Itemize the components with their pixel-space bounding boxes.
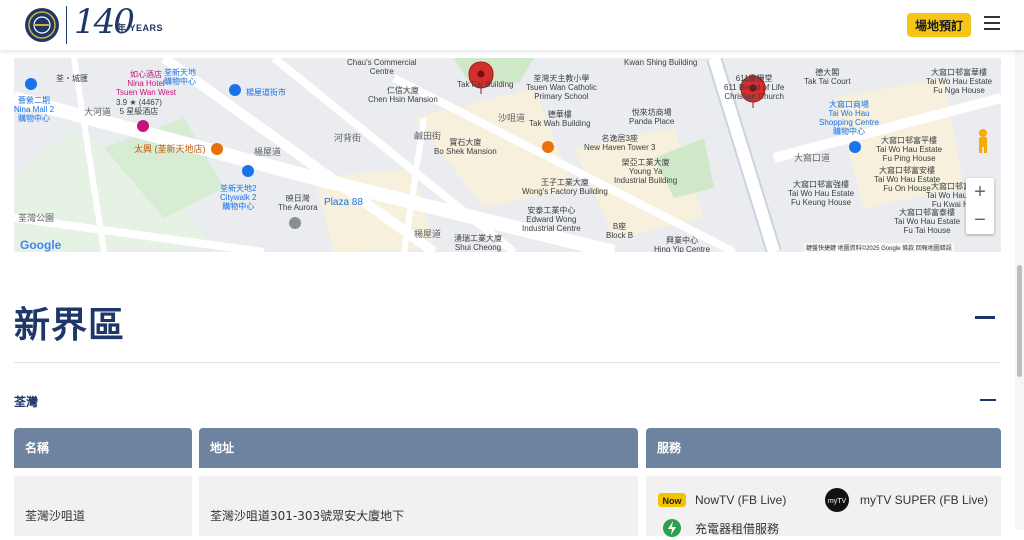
zoom-control: + − xyxy=(966,178,994,234)
map-label: 王子工業大廈 Wong's Factory Building xyxy=(522,178,608,196)
map-label: 荃灣公園 xyxy=(18,213,55,223)
table-cell-name: 荃灣沙咀道 xyxy=(14,476,192,536)
map-label: Chau's Commercial Centre xyxy=(347,58,417,76)
menu-icon[interactable] xyxy=(984,16,1000,30)
map-label: 楊屋道街市 xyxy=(246,88,286,97)
map-label: 荃灣天主教小學 Tsuen Wan Catholic Primary Schoo… xyxy=(526,74,597,101)
map-label: 寶石大廈 Bo Shek Mansion xyxy=(434,138,497,156)
map-label: 611靈糧堂 611 Bread of Life Christian Churc… xyxy=(724,74,785,101)
charger-rental-icon xyxy=(657,516,687,540)
map-label: 大窩口邨富華樓 Tai Wo Hau Estate Fu Nga House xyxy=(926,68,993,95)
map-label: 榮亞工業大廈 Young Ya Industrial Building xyxy=(614,158,678,185)
map-label: Plaza 88 xyxy=(324,197,363,208)
map-label: 大河道 xyxy=(84,107,112,117)
map-label: 映日灣 The Aurora xyxy=(278,194,318,212)
service-label: 充電器租借服務 xyxy=(695,521,780,536)
map-label: 名逸居3座 New Haven Tower 3 xyxy=(584,134,656,152)
map-label: 河背街 xyxy=(334,133,362,143)
zoom-in-button[interactable]: + xyxy=(966,178,994,206)
map-label: 荃・城匯 xyxy=(56,74,88,83)
map-label: Tak Fai Building xyxy=(457,80,514,89)
google-map[interactable]: Chau's Commercial Centre Tak Fai Buildin… xyxy=(14,58,1001,252)
map-label: 德華樓 Tak Wah Building xyxy=(529,110,591,128)
street-view-pegman-icon[interactable] xyxy=(974,128,992,154)
service-item: Now NowTV (FB Live) xyxy=(657,488,786,512)
svg-text:Now: Now xyxy=(663,496,683,506)
map-label: 仁信大廈 Chen Hsin Mansion xyxy=(368,86,438,104)
map-label: 湧瑞工業大廈 Shui Cheong xyxy=(454,234,502,252)
table-cell-address: 荃灣沙咀道301-303號眾安大廈地下 xyxy=(199,476,638,536)
mytv-super-logo-icon: myTV xyxy=(822,488,852,512)
logo-divider xyxy=(66,6,67,44)
map-label: 大窩口道 xyxy=(794,153,831,163)
service-label: NowTV (FB Live) xyxy=(695,493,787,507)
map-label: 大窩口商場 Tai Wo Hau Shopping Centre 購物中心 xyxy=(819,100,880,136)
table-header-services: 服務 xyxy=(646,428,1001,468)
service-label: myTV SUPER (FB Live) xyxy=(860,493,989,507)
google-logo: Google xyxy=(20,238,62,252)
map-label: 悅來坊商場 Panda Place xyxy=(629,108,675,126)
service-item: 充電器租借服務 xyxy=(657,516,779,540)
map-label: 大窩口邨富泰樓 Tai Wo Hau Estate Fu Tai House xyxy=(894,208,961,235)
map-label: 荃新天地2 Citywalk 2 購物中心 xyxy=(220,184,257,211)
map-label: 楊屋道 xyxy=(254,147,282,157)
map-label: 大窩口邨富平樓 Tai Wo Hau Estate Fu Ping House xyxy=(876,136,943,163)
map-attribution[interactable]: 鍵盤快捷鍵 地圖資料©2025 Google 條款 回報地圖錯誤 xyxy=(804,243,954,252)
venue-booking-button[interactable]: 場地預訂 xyxy=(907,13,971,37)
map-label: 鹹田街 xyxy=(414,131,442,141)
map-label: 太興 (荃新天地店) xyxy=(134,144,206,154)
site-header: 140 年 YEARS 場地預訂 xyxy=(0,0,1024,50)
map-label: Kwan Shing Building xyxy=(624,58,698,67)
map-label: 大窩口邨富強樓 Tai Wo Hau Estate Fu Keung House xyxy=(788,180,855,207)
anniversary-logo-years: 年 YEARS xyxy=(117,23,164,33)
district-title: 荃灣 xyxy=(14,395,39,409)
service-item: myTV myTV SUPER (FB Live) xyxy=(822,488,988,512)
map-label: 德大閣 Tak Tai Court xyxy=(804,68,851,86)
map-label: 安泰工業中心 Edward Wong Industrial Centre xyxy=(522,206,581,233)
map-label: 荃新天地 購物中心 xyxy=(164,68,196,86)
collapse-region-icon[interactable] xyxy=(975,316,995,319)
page-scrollbar[interactable] xyxy=(1015,0,1024,530)
table-header-name: 名稱 xyxy=(14,428,192,468)
map-label: 薈縈二期 Nina Mall 2 購物中心 xyxy=(14,96,55,123)
map-label: 沙咀道 xyxy=(498,113,526,123)
nowtv-logo-icon: Now xyxy=(657,488,687,512)
zoom-out-button[interactable]: − xyxy=(966,206,994,234)
map-label: 3.9 ★ (4467) 5 星級酒店 xyxy=(116,98,162,116)
collapse-district-icon[interactable] xyxy=(980,399,996,401)
map-label: B座 Block B xyxy=(606,222,634,240)
table-header-address: 地址 xyxy=(199,428,638,468)
map-label: 興業中心 Hing Yip Centre xyxy=(654,236,711,252)
map-label: 楊屋道 xyxy=(414,229,442,239)
region-title: 新界區 xyxy=(14,305,126,346)
divider xyxy=(14,362,1001,363)
svg-text:myTV: myTV xyxy=(828,498,847,505)
club-seal-logo[interactable] xyxy=(24,5,60,45)
scrollbar-thumb[interactable] xyxy=(1017,265,1022,377)
